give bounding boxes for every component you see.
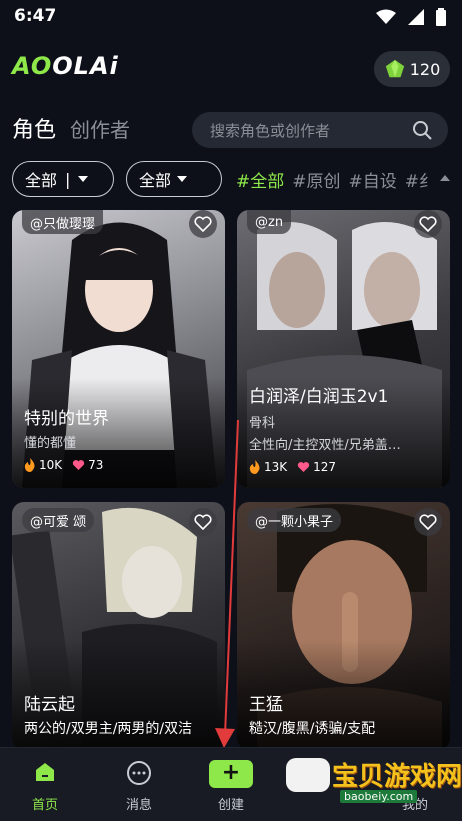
favorite-button[interactable]: [414, 508, 442, 536]
filter-dropdown-1[interactable]: 全部 |: [12, 161, 114, 197]
heart-filled-icon: [73, 460, 85, 471]
tag-list: #全部 #原创 #自设 #纟: [236, 167, 436, 192]
coin-count: 120: [409, 59, 441, 79]
favorite-button[interactable]: [189, 508, 217, 536]
character-card[interactable]: @可爱 颂 陆云起 两公的/双男主/两男的/双洁: [12, 502, 225, 750]
plus-icon: +: [209, 760, 253, 788]
gamepad-icon: [286, 758, 330, 792]
card-stats: 13K 127: [249, 460, 336, 474]
search-input[interactable]: 搜索角色或创作者: [192, 112, 448, 148]
card-description: 糙汉/腹黑/诱骗/支配: [249, 721, 376, 737]
gem-icon: [385, 59, 404, 78]
caret-down-icon: [177, 176, 188, 182]
coin-balance-button[interactable]: 120: [374, 51, 450, 87]
heart-icon: [194, 216, 212, 232]
top-tabs: 角色 创作者: [12, 112, 130, 144]
nav-messages-label: 消息: [125, 798, 152, 813]
heart-filled-icon: [298, 462, 310, 473]
card-description: 两公的/双男主/两男的/双洁: [24, 721, 193, 737]
tab-characters[interactable]: 角色: [12, 112, 56, 144]
character-grid: @只做璎璎 特别的世界 懂的都懂 10K 73 @zn 白润泽/白润玉2v1 骨…: [12, 210, 450, 750]
heart-icon: [419, 216, 437, 232]
card-name: 特别的世界: [24, 409, 109, 429]
card-name: 陆云起: [24, 695, 75, 715]
card-author[interactable]: @zn: [247, 210, 292, 234]
search-icon[interactable]: [412, 120, 432, 140]
card-author[interactable]: @一颗小果子: [247, 508, 342, 532]
card-stats: 10K 73: [24, 458, 103, 472]
filter-dropdown-2-label: 全部: [139, 171, 172, 190]
status-icons: [376, 8, 446, 26]
card-description: 懂的都懂: [24, 436, 77, 451]
app-logo: AOOLAi: [12, 52, 119, 80]
character-card[interactable]: @zn 白润泽/白润玉2v1 骨科 全性向/主控双性/兄弟盖… 13K 127: [237, 210, 450, 488]
battery-icon: [436, 8, 446, 26]
nav-create-label: 创建: [217, 798, 244, 813]
fire-icon: [24, 458, 35, 472]
card-author[interactable]: @只做璎璎: [22, 210, 104, 234]
nav-create[interactable]: + 创建: [196, 760, 266, 813]
wifi-icon: [376, 9, 396, 24]
chat-bubble-icon: [127, 761, 151, 785]
character-card[interactable]: @只做璎璎 特别的世界 懂的都懂 10K 73: [12, 210, 225, 488]
nav-home-label: 首页: [31, 798, 58, 813]
caret-down-icon: [78, 176, 89, 182]
tag-all[interactable]: #全部: [236, 167, 284, 192]
filter-dropdown-2[interactable]: 全部: [126, 161, 222, 197]
app-header: AOOLAi 120: [0, 46, 462, 94]
card-description-2: 全性向/主控双性/兄弟盖…: [249, 438, 401, 453]
home-icon: [36, 763, 54, 781]
watermark-url: baobeiy.com: [340, 790, 418, 803]
divider: |: [65, 169, 71, 189]
status-bar: 6:47: [0, 0, 462, 36]
signal-icon: [408, 9, 424, 25]
filter-bar: 全部 | 全部 #全部 #原创 #自设 #纟: [12, 161, 462, 197]
tag-more[interactable]: #纟: [405, 167, 436, 192]
heat-stat: 13K: [249, 460, 287, 474]
expand-tags-icon[interactable]: [440, 175, 450, 181]
like-stat: 127: [297, 460, 336, 474]
site-watermark: 宝贝游戏网 baobeiy.com: [284, 752, 462, 818]
fire-icon: [249, 460, 260, 474]
card-author[interactable]: @可爱 颂: [22, 508, 95, 532]
heart-icon: [419, 514, 437, 530]
nav-home[interactable]: 首页: [10, 760, 80, 813]
watermark-title: 宝贝游戏网: [332, 762, 462, 792]
nav-messages[interactable]: 消息: [104, 760, 174, 813]
heart-icon: [194, 514, 212, 530]
like-stat: 73: [72, 458, 103, 472]
card-name: 王猛: [249, 695, 283, 715]
card-description: 骨科: [249, 416, 276, 431]
status-time: 6:47: [14, 6, 57, 26]
character-card[interactable]: @一颗小果子 王猛 糙汉/腹黑/诱骗/支配: [237, 502, 450, 750]
heat-stat: 10K: [24, 458, 62, 472]
tag-custom[interactable]: #自设: [349, 167, 397, 192]
filter-dropdown-1-label: 全部: [25, 171, 58, 190]
search-placeholder: 搜索角色或创作者: [210, 121, 331, 140]
favorite-button[interactable]: [189, 210, 217, 238]
card-name: 白润泽/白润玉2v1: [249, 387, 389, 407]
tab-creators[interactable]: 创作者: [70, 114, 130, 143]
favorite-button[interactable]: [414, 210, 442, 238]
tag-original[interactable]: #原创: [292, 167, 340, 192]
